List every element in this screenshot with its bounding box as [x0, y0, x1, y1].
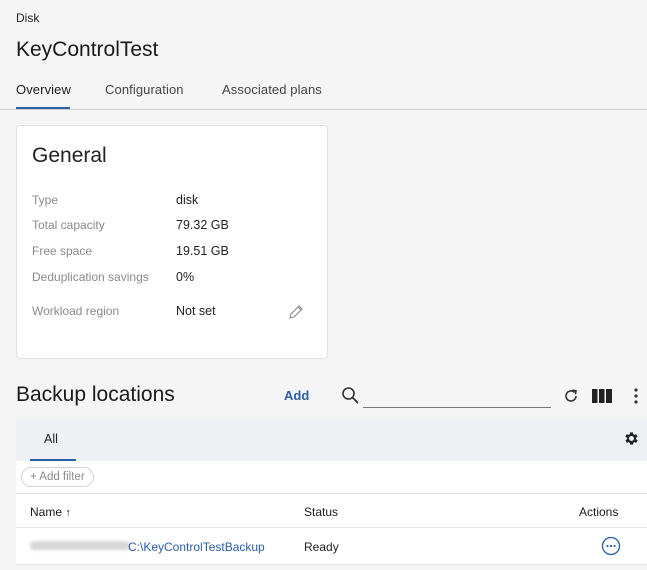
workload-region-value: Not set: [176, 304, 216, 318]
view-tab-all[interactable]: All: [44, 432, 58, 446]
page-title: KeyControlTest: [16, 38, 159, 61]
filter-bar: + Add filter: [16, 461, 647, 494]
type-value: disk: [176, 193, 199, 207]
column-header-actions: Actions: [579, 505, 619, 519]
edit-pencil-icon[interactable]: [287, 303, 305, 321]
breadcrumb[interactable]: Disk: [16, 11, 39, 25]
search-input[interactable]: [363, 384, 551, 408]
general-title: General: [32, 144, 107, 167]
table-header: Name ↑ Status Actions: [16, 494, 647, 528]
add-backup-location-button[interactable]: Add: [284, 388, 309, 403]
more-options-icon[interactable]: [632, 387, 640, 405]
tab-bar: Overview Configuration Associated plans: [0, 78, 647, 110]
workload-region-label: Workload region: [32, 304, 120, 318]
backup-location-name-link[interactable]: C:\KeyControlTestBackup: [128, 540, 265, 554]
table-row: C:\KeyControlTestBackup Ready: [16, 528, 647, 565]
tab-active-indicator: [16, 107, 70, 109]
general-card: General Type disk Total capacity 79.32 G…: [16, 125, 328, 359]
type-label: Type: [32, 193, 59, 207]
column-header-name-label: Name: [30, 505, 63, 519]
gear-icon[interactable]: [623, 430, 640, 447]
dedup-savings-label: Deduplication savings: [32, 270, 149, 284]
free-space-value: 19.51 GB: [176, 244, 229, 258]
column-header-name[interactable]: Name ↑: [30, 505, 71, 519]
tab-associated-plans[interactable]: Associated plans: [222, 82, 322, 97]
total-capacity-value: 79.32 GB: [176, 218, 229, 232]
redacted-host-name: [30, 541, 130, 550]
column-header-status[interactable]: Status: [304, 505, 338, 519]
tab-overview[interactable]: Overview: [16, 82, 71, 97]
backup-location-status: Ready: [304, 540, 339, 554]
refresh-icon[interactable]: [563, 388, 579, 404]
view-tab-bar: All: [16, 418, 647, 461]
columns-icon[interactable]: [592, 389, 612, 403]
backup-locations-title: Backup locations: [16, 383, 175, 406]
tab-configuration[interactable]: Configuration: [105, 82, 184, 97]
total-capacity-label: Total capacity: [32, 218, 105, 232]
free-space-label: Free space: [32, 244, 93, 258]
add-filter-button[interactable]: + Add filter: [21, 467, 94, 487]
search-icon: [342, 387, 359, 404]
sort-ascending-icon: ↑: [65, 507, 71, 519]
dedup-savings-value: 0%: [176, 270, 195, 284]
row-actions-icon[interactable]: [601, 536, 621, 556]
